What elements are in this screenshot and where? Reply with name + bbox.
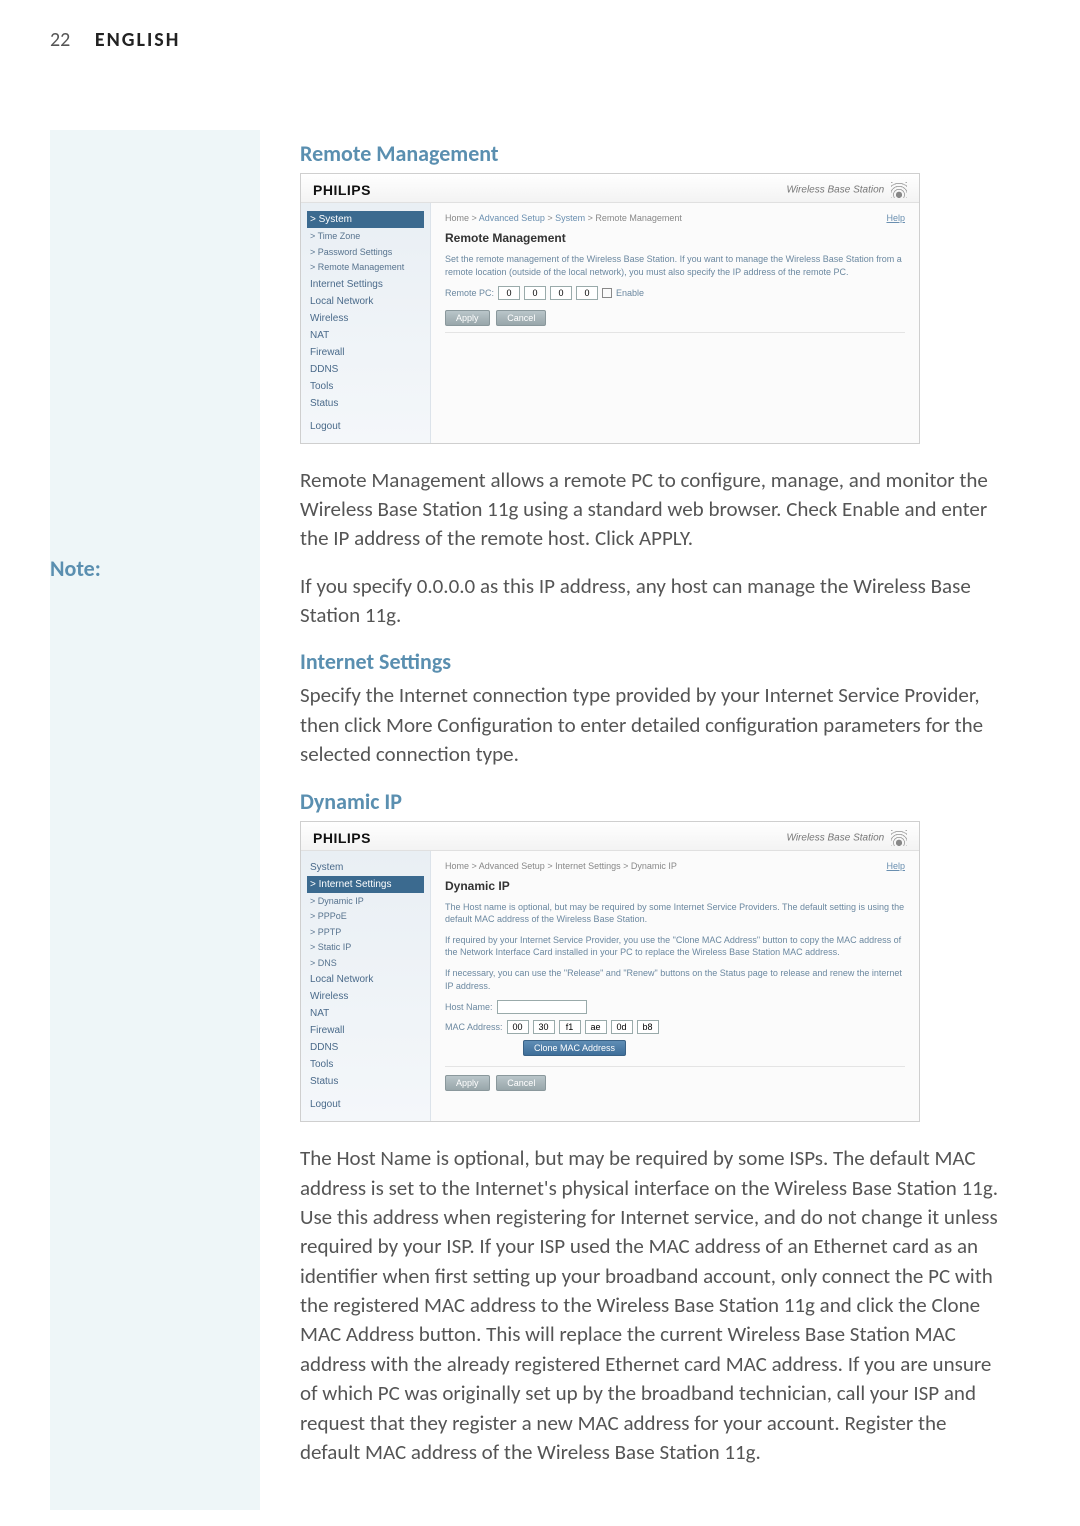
brand-label: Wireless Base Station [786,185,884,196]
panel-title: Remote Management [445,231,905,245]
nav-wireless[interactable]: Wireless [307,988,424,1005]
nav-pptp[interactable]: > PPTP [307,925,424,941]
panel-title: Dynamic IP [445,879,905,893]
panel-description: Set the remote management of the Wireles… [445,253,905,278]
mac-6[interactable] [637,1020,659,1034]
apply-button[interactable]: Apply [445,310,490,326]
panel-desc-3: If necessary, you can use the "Release" … [445,967,905,992]
remote-pc-label: Remote PC: [445,288,494,298]
help-link[interactable]: Help [886,861,905,871]
logo-text: PHILIPS [313,182,371,198]
antenna-icon [891,182,907,198]
nav-internet-settings[interactable]: Internet Settings [307,276,424,293]
ip-octet-4[interactable] [576,286,598,300]
language-label: ENGLISH [95,28,181,52]
ip-octet-1[interactable] [498,286,520,300]
dynamic-ip-paragraph: The Host Name is optional, but may be re… [300,1144,1010,1467]
nav-tools[interactable]: Tools [307,1056,424,1073]
host-name-input[interactable] [497,1000,587,1014]
enable-checkbox[interactable] [602,288,612,298]
heading-dynamic-ip: Dynamic IP [300,788,1010,815]
nav-status[interactable]: Status [307,395,424,412]
nav-local-network[interactable]: Local Network [307,293,424,310]
nav-local-network[interactable]: Local Network [307,971,424,988]
crumb-advanced[interactable]: Advanced Setup [479,213,545,223]
crumb-system[interactable]: System [555,213,585,223]
nav-firewall[interactable]: Firewall [307,1022,424,1039]
remote-management-paragraph: Remote Management allows a remote PC to … [300,466,1010,554]
panel-desc-2: If required by your Internet Service Pro… [445,934,905,959]
nav-static-ip[interactable]: > Static IP [307,940,424,956]
nav-nat[interactable]: NAT [307,327,424,344]
nav-pppoe[interactable]: > PPPoE [307,909,424,925]
screenshot-nav: > System > Time Zone > Password Settings… [301,203,431,443]
apply-button[interactable]: Apply [445,1075,490,1091]
heading-internet-settings: Internet Settings [300,648,1010,675]
nav-remote-management[interactable]: > Remote Management [307,260,424,276]
nav-system[interactable]: > System [307,211,424,228]
logo-text: PHILIPS [313,830,371,846]
left-margin-band [50,130,260,1510]
page-header: 22 ENGLISH [50,28,180,52]
enable-label: Enable [616,288,644,298]
nav-wireless[interactable]: Wireless [307,310,424,327]
page-number: 22 [50,28,70,52]
nav-tools[interactable]: Tools [307,378,424,395]
nav-ddns[interactable]: DDNS [307,361,424,378]
nav-dns[interactable]: > DNS [307,956,424,972]
mac-5[interactable] [611,1020,633,1034]
heading-remote-management: Remote Management [300,140,1010,167]
crumb-sep1: > [545,213,555,223]
ip-octet-3[interactable] [550,286,572,300]
nav-time-zone[interactable]: > Time Zone [307,229,424,245]
help-link[interactable]: Help [886,213,905,223]
screenshot-remote-management: PHILIPS Wireless Base Station > System >… [300,173,920,444]
clone-mac-button[interactable]: Clone MAC Address [523,1040,626,1056]
nav-ddns[interactable]: DDNS [307,1039,424,1056]
screenshot-nav: System > Internet Settings > Dynamic IP … [301,851,431,1122]
nav-logout[interactable]: Logout [307,418,424,435]
mac-3[interactable] [559,1020,581,1034]
nav-dynamic-ip[interactable]: > Dynamic IP [307,894,424,910]
nav-firewall[interactable]: Firewall [307,344,424,361]
nav-system[interactable]: System [307,859,424,876]
mac-1[interactable] [507,1020,529,1034]
antenna-icon [891,830,907,846]
main-content: Remote Management PHILIPS Wireless Base … [300,140,1010,1485]
nav-internet-settings[interactable]: > Internet Settings [307,876,424,893]
crumb-home: Home > [445,213,479,223]
nav-nat[interactable]: NAT [307,1005,424,1022]
mac-2[interactable] [533,1020,555,1034]
host-name-label: Host Name: [445,1002,493,1012]
cancel-button[interactable]: Cancel [496,1075,546,1091]
ip-octet-2[interactable] [524,286,546,300]
note-label: Note: [50,555,101,582]
mac-address-label: MAC Address: [445,1022,503,1032]
nav-logout[interactable]: Logout [307,1096,424,1113]
panel-desc-1: The Host name is optional, but may be re… [445,901,905,926]
breadcrumb: Home > Advanced Setup > Internet Setting… [445,861,905,871]
mac-4[interactable] [585,1020,607,1034]
crumb-current: > Remote Management [585,213,682,223]
screenshot-dynamic-ip: PHILIPS Wireless Base Station System > I… [300,821,920,1123]
nav-password-settings[interactable]: > Password Settings [307,245,424,261]
nav-status[interactable]: Status [307,1073,424,1090]
remote-management-note: If you specify 0.0.0.0 as this IP addres… [300,572,1010,631]
internet-settings-paragraph: Specify the Internet connection type pro… [300,681,1010,769]
breadcrumb: Home > Advanced Setup > System > Remote … [445,213,905,223]
brand-label: Wireless Base Station [786,832,884,843]
cancel-button[interactable]: Cancel [496,310,546,326]
